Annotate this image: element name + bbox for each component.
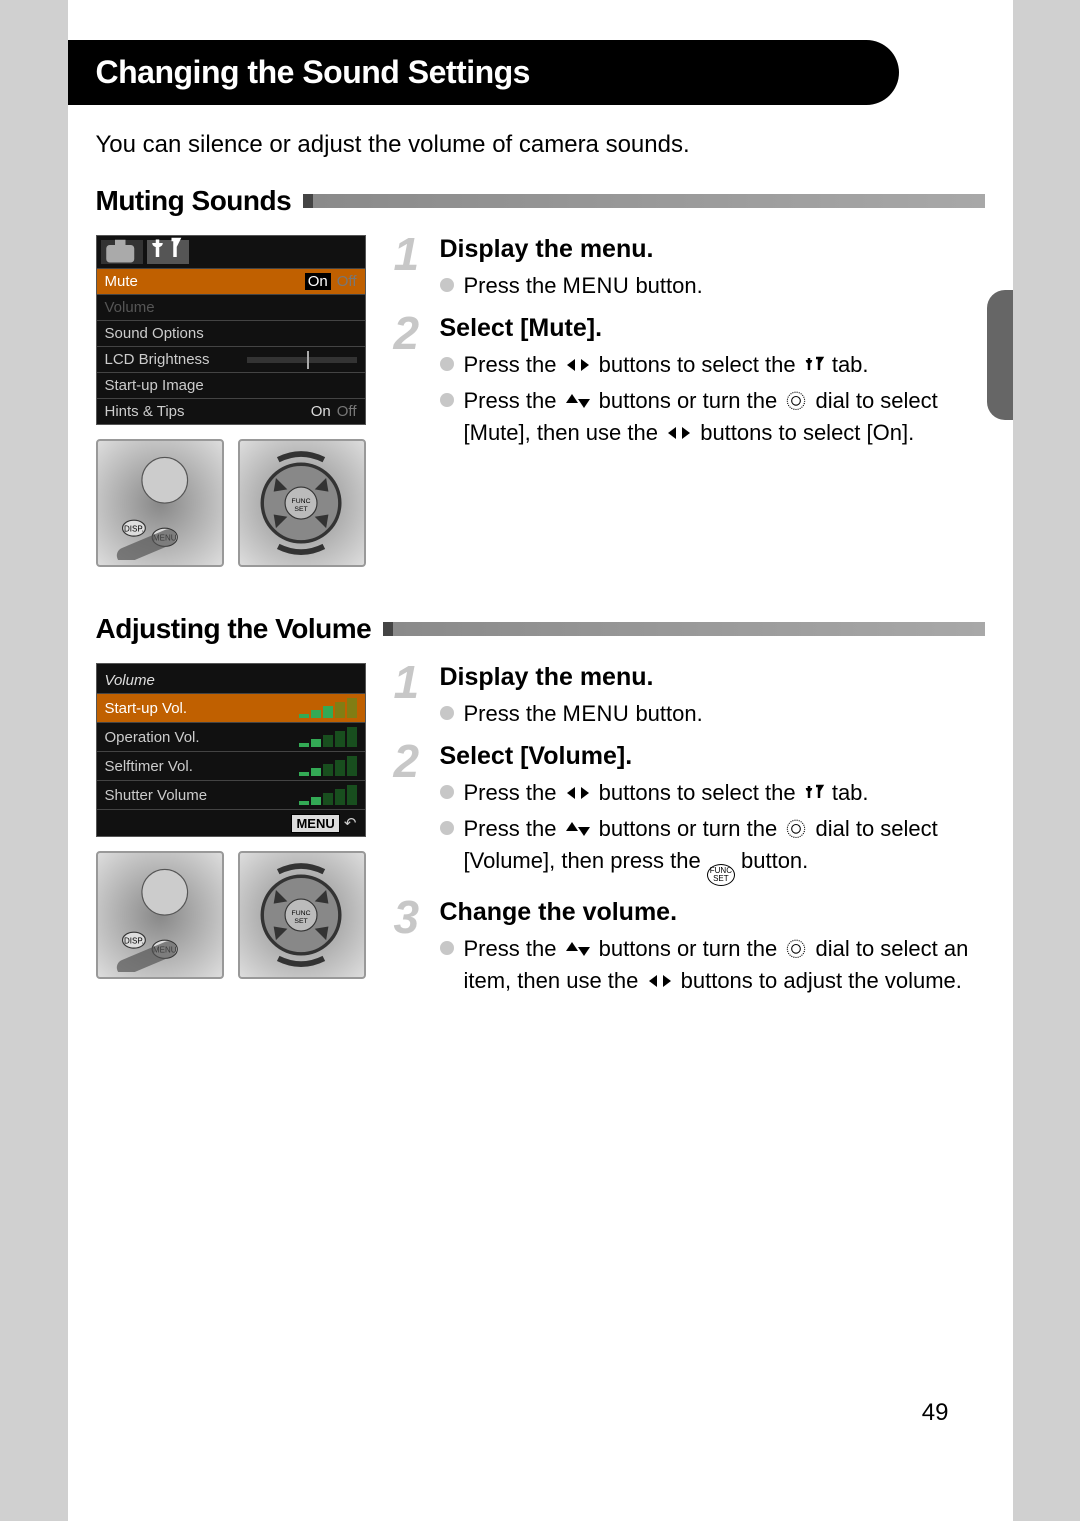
lcd-row-sound-options: Sound Options [97,320,365,346]
lcd-row-startup-vol: Start-up Vol. [97,693,365,722]
tools-tab-icon [802,354,826,376]
dial-icon [783,390,809,412]
step-title: Select [Mute]. [440,314,985,343]
step-bullet: Press the MENU button. [440,270,985,302]
svg-text:DISP.: DISP. [124,937,144,946]
svg-text:FUNC: FUNC [292,498,311,505]
left-right-icon [563,354,593,376]
page-number: 49 [922,1399,949,1427]
step-bullet: Press the buttons to select the tab. [440,349,985,381]
lcd-row-operation-vol: Operation Vol. [97,722,365,751]
lcd-row-shutter-vol: Shutter Volume [97,780,365,809]
adjusting-step-3: 3 Change the volume. Press the buttons o… [394,898,985,997]
section-rule [303,194,984,208]
lcd-volume-title: Volume [97,668,365,693]
up-down-icon [563,390,593,412]
step-bullet: Press the MENU button. [440,698,985,730]
muting-step-1: 1 Display the menu. Press the MENU butto… [394,235,985,302]
step-number: 2 [394,738,420,784]
svg-text:DISP.: DISP. [124,525,144,534]
tools-tab-icon [147,240,189,264]
step-title: Display the menu. [440,235,985,264]
adjusting-step-2: 2 Select [Volume]. Press the buttons to … [394,742,985,886]
lcd-menu-footer: MENU ↶ [97,809,365,836]
step-bullet: Press the buttons or turn the dial to se… [440,933,985,997]
dial-icon [783,818,809,840]
step-bullet: Press the buttons to select the tab. [440,777,985,809]
step-title: Select [Volume]. [440,742,985,771]
chapter-side-tab [987,290,1013,420]
up-down-icon [563,818,593,840]
page-title: Changing the Sound Settings [68,40,900,105]
dial-icon [783,938,809,960]
func-set-icon: FUNCSET [707,864,735,886]
lcd-mute-menu: Mute OnOff Volume Sound Options LCD Brig… [96,235,366,425]
step-title: Change the volume. [440,898,985,927]
left-right-icon [645,970,675,992]
menu-button-illustration: DISP. MENU [96,439,224,567]
lcd-row-lcd-brightness: LCD Brightness [97,346,365,372]
left-right-icon [563,782,593,804]
lcd-volume-menu: Volume Start-up Vol. Operation Vol. Self… [96,663,366,837]
lcd-row-volume: Volume [97,294,365,320]
tools-tab-icon [802,782,826,804]
step-bullet: Press the buttons or turn the dial to se… [440,813,985,886]
adjusting-step-1: 1 Display the menu. Press the MENU butto… [394,663,985,730]
muting-heading: Muting Sounds [96,185,292,217]
camera-tab-icon [101,240,143,264]
adjusting-heading: Adjusting the Volume [96,613,372,645]
lcd-row-mute: Mute OnOff [97,268,365,294]
dial-illustration: FUNC SET [238,439,366,567]
step-number: 3 [394,894,420,940]
svg-text:SET: SET [295,918,309,925]
section-rule [383,622,984,636]
step-number: 2 [394,310,420,356]
intro-text: You can silence or adjust the volume of … [68,131,1013,159]
muting-step-2: 2 Select [Mute]. Press the buttons to se… [394,314,985,449]
svg-text:SET: SET [295,506,309,513]
step-bullet: Press the buttons or turn the dial to se… [440,385,985,449]
step-number: 1 [394,231,420,277]
step-number: 1 [394,659,420,705]
left-right-icon [664,422,694,444]
svg-text:FUNC: FUNC [292,910,311,917]
lcd-row-startup-image: Start-up Image [97,372,365,398]
up-down-icon [563,938,593,960]
lcd-row-selftimer-vol: Selftimer Vol. [97,751,365,780]
step-title: Display the menu. [440,663,985,692]
dial-illustration: FUNC SET [238,851,366,979]
lcd-row-hints: Hints & Tips OnOff [97,398,365,424]
menu-button-illustration: DISP. MENU [96,851,224,979]
